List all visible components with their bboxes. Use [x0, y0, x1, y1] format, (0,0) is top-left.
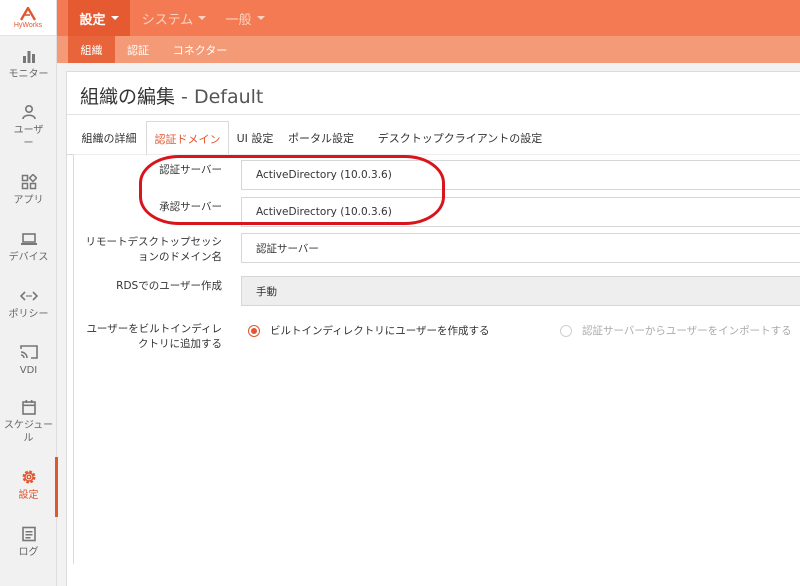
- topnav-settings[interactable]: 設定: [68, 0, 130, 36]
- title-divider: [67, 114, 800, 115]
- sidebar-item-label: ポリシー: [8, 309, 49, 320]
- page-title: 組織の編集 - Default: [80, 82, 263, 109]
- bar-chart-icon: [21, 46, 37, 66]
- calendar-icon: [21, 397, 37, 417]
- page-title-main: 組織の編集: [80, 86, 176, 108]
- sidebar-item-logs[interactable]: ログ: [0, 524, 57, 559]
- tab-portal-settings[interactable]: ポータル設定: [281, 121, 361, 155]
- sidebar: HyWorks モニター ユーザー アプリ デバイス ポリシー VDI スケジュ…: [0, 0, 58, 586]
- subnav-authentication[interactable]: 認証: [120, 36, 156, 63]
- content-panel: 組織の編集 - Default 組織の詳細 認証ドメイン UI 設定 ポータル設…: [66, 71, 800, 586]
- laptop-icon: [20, 229, 38, 249]
- tab-ui-settings[interactable]: UI 設定: [230, 121, 280, 155]
- radio-create-in-builtin[interactable]: ビルトインディレクトリにユーザーを作成する: [248, 323, 490, 338]
- auth-domain-form: 認証サーバー ActiveDirectory (10.0.3.6) 承認サーバー…: [73, 154, 800, 564]
- rds-user-creation-select[interactable]: 手動: [241, 276, 800, 306]
- sidebar-item-settings[interactable]: 設定: [0, 457, 58, 517]
- radio-label: ビルトインディレクトリにユーザーを作成する: [270, 325, 490, 337]
- code-arrows-icon: [19, 286, 38, 306]
- apps-grid-icon: [21, 172, 37, 192]
- auth-server-label: 認証サーバー: [159, 164, 222, 176]
- logo-icon: [20, 6, 36, 21]
- sidebar-item-label: スケジュール: [3, 420, 54, 444]
- radio-label: 認証サーバーからユーザーをインポートする: [582, 325, 792, 337]
- topnav-system[interactable]: システム: [135, 0, 213, 36]
- sidebar-item-users[interactable]: ユーザー: [0, 102, 57, 150]
- add-user-label: ユーザーをビルトインディレクトリに追加する: [86, 323, 222, 350]
- topnav-label: 一般: [225, 12, 252, 28]
- sidebar-item-label: VDI: [19, 365, 38, 376]
- sidebar-item-label: アプリ: [13, 195, 44, 206]
- subnav-connectors[interactable]: コネクター: [165, 36, 235, 63]
- sidebar-item-label: モニター: [8, 69, 49, 80]
- cast-icon: [19, 342, 38, 362]
- sidebar-item-label: デバイス: [8, 252, 49, 263]
- sidebar-item-label: ユーザー: [13, 125, 44, 149]
- auth-server-select[interactable]: ActiveDirectory (10.0.3.6): [241, 160, 800, 190]
- top-navbar: 設定 システム 一般: [57, 0, 800, 36]
- sub-navbar: 組織 認証 コネクター: [57, 36, 800, 63]
- sidebar-item-apps[interactable]: アプリ: [0, 172, 57, 207]
- tab-bar: 組織の詳細 認証ドメイン UI 設定 ポータル設定 デスクトップクライアントの設…: [67, 121, 800, 156]
- topnav-general[interactable]: 一般: [220, 0, 270, 36]
- gear-icon: [20, 467, 38, 487]
- sidebar-item-vdi[interactable]: VDI: [0, 342, 57, 377]
- user-icon: [21, 102, 37, 122]
- caret-down-icon: [110, 16, 119, 20]
- radio-unchecked-icon: [560, 324, 572, 337]
- radio-import-from-auth-server[interactable]: 認証サーバーからユーザーをインポートする: [560, 323, 792, 338]
- hyworks-logo[interactable]: HyWorks: [0, 0, 56, 36]
- topnav-label: 設定: [79, 12, 106, 28]
- caret-down-icon: [256, 16, 265, 20]
- tab-auth-domain[interactable]: 認証ドメイン: [146, 121, 229, 156]
- authz-server-label: 承認サーバー: [159, 201, 222, 213]
- topnav-label: システム: [141, 12, 194, 28]
- tab-desktop-client-settings[interactable]: デスクトップクライアントの設定: [369, 121, 551, 155]
- sidebar-item-label: 設定: [18, 490, 39, 501]
- page-title-subtitle: - Default: [175, 86, 264, 108]
- radio-checked-icon: [248, 324, 260, 337]
- tab-organization-details[interactable]: 組織の詳細: [73, 121, 145, 155]
- sidebar-item-devices[interactable]: デバイス: [0, 229, 57, 264]
- log-document-icon: [21, 524, 37, 544]
- authz-server-select[interactable]: ActiveDirectory (10.0.3.6): [241, 197, 800, 227]
- logo-text: HyWorks: [13, 21, 43, 29]
- sidebar-item-policy[interactable]: ポリシー: [0, 286, 57, 321]
- sidebar-item-label: ログ: [18, 547, 39, 558]
- caret-down-icon: [198, 16, 207, 20]
- rds-user-creation-label: RDSでのユーザー作成: [116, 280, 222, 292]
- rdp-domain-label: リモートデスクトップセッションのドメイン名: [85, 236, 223, 263]
- rdp-domain-select[interactable]: 認証サーバー: [241, 233, 800, 263]
- sidebar-item-schedule[interactable]: スケジュール: [0, 397, 57, 445]
- sidebar-item-monitor[interactable]: モニター: [0, 46, 57, 81]
- subnav-organization[interactable]: 組織: [68, 36, 115, 63]
